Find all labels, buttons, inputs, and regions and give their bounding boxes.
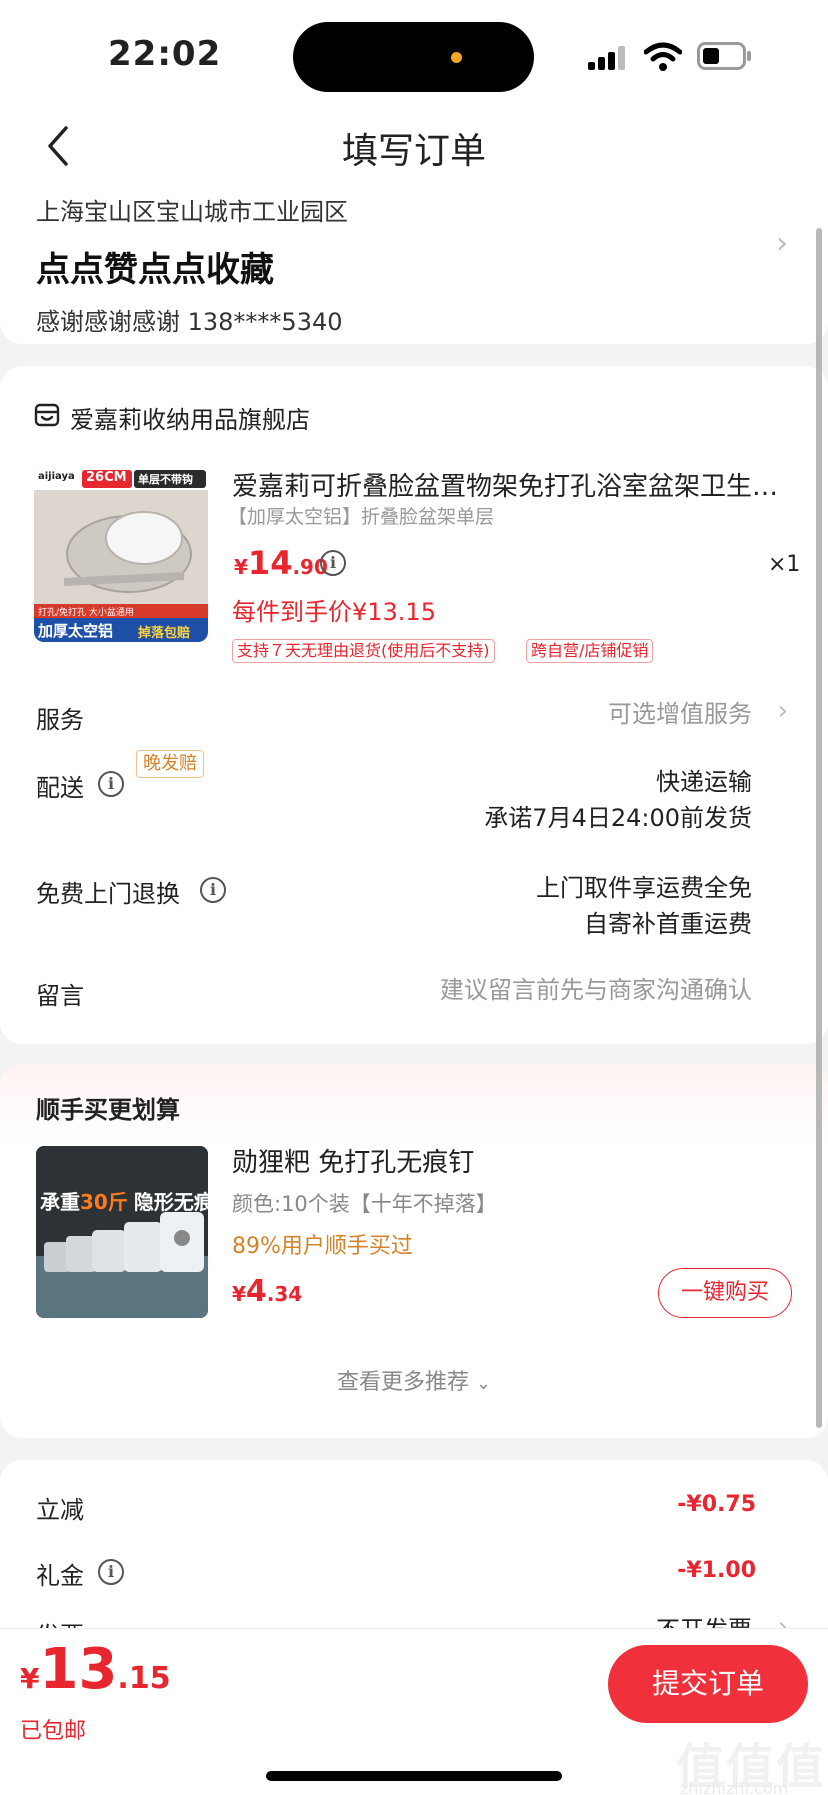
page-title: 填写订单 [341, 131, 486, 172]
price-currency: ¥ [234, 555, 248, 579]
chevron-right-icon: › [776, 226, 788, 261]
product-hook-badge: 单层不带钩 [138, 473, 193, 486]
signal-icon [588, 46, 628, 70]
note-input[interactable]: 建议留言前先与商家沟通确认 [440, 972, 752, 1008]
scrollbar[interactable] [816, 228, 822, 1428]
more-recommend-link[interactable]: 查看更多推荐 ⌄ [0, 1364, 828, 1396]
product-small-text: 打孔/免打孔 大小盆通用 [38, 608, 134, 618]
chevron-right-icon: › [777, 696, 788, 726]
total-int: 13 [39, 1637, 118, 1702]
nav-header: 填写订单 [0, 104, 828, 186]
gift-info-icon[interactable]: i [98, 1559, 124, 1585]
product-title[interactable]: 爱嘉莉可折叠脸盆置物架免打孔浴室盆架卫生间... [232, 466, 792, 503]
bottom-bar: ¥13.15 已包邮 提交订单 值值值 zhizhizhi.com [0, 1628, 828, 1795]
return-policy-tag: 支持７天无理由退货(使用后不支持) [232, 639, 495, 663]
recommend-bought: 89%用户顺手买过 [232, 1234, 413, 1259]
price-int: 14 [247, 544, 293, 582]
address-line: 上海宝山区宝山城市工业园区 [36, 198, 348, 226]
late-compensation-tag: 晚发赔 [136, 750, 204, 778]
product-price: ¥14.90 [234, 544, 328, 582]
more-recommend-label: 查看更多推荐 [336, 1370, 469, 1395]
status-bar: 22:02 [0, 0, 828, 104]
recommend-image-line2: 隐形无痕 [133, 1190, 208, 1214]
recommend-image-highlight: 30斤 [80, 1190, 128, 1214]
chevron-down-icon: ⌄ [475, 1373, 492, 1394]
product-qty: ×1 [768, 552, 801, 577]
battery-icon [697, 42, 751, 70]
store-name[interactable]: 爱嘉莉收纳用品旗舰店 [70, 400, 310, 435]
price-info-icon[interactable]: i [320, 550, 346, 576]
watermark-url: zhizhizhi.com [680, 1779, 789, 1795]
rec-price-int: 4 [245, 1274, 267, 1309]
discount-amount: -¥0.75 [677, 1492, 756, 1517]
product-banner: 加厚太空铝 [38, 622, 114, 640]
store-card: 爱嘉莉收纳用品旗舰店 aijiaya 26CM 单层不带钩 打孔/免打孔 大小盆… [0, 366, 828, 1044]
wifi-icon [644, 42, 682, 71]
delivery-label: 配送 [36, 774, 84, 802]
promo-tag: 跨自营/店铺促销 [526, 639, 654, 663]
free-shipping-label: 已包邮 [20, 1719, 87, 1744]
total-dec: .15 [117, 1661, 171, 1696]
gift-label: 礼金 [36, 1562, 84, 1590]
recommend-card: 顺手买更划算 承重30斤 隐形无痕 勋狸粑 免打孔无痕钉 颜色:10个装【十年不掉… [0, 1064, 828, 1438]
product-brand: aijiaya [38, 471, 75, 482]
recommend-image-line1: 承重 [40, 1190, 80, 1214]
recommend-price: ¥4.34 [232, 1274, 302, 1309]
recommend-image-text: 承重30斤 隐形无痕 [40, 1186, 208, 1215]
total-price: ¥13.15 [20, 1637, 171, 1702]
recommend-spec: 颜色:10个装【十年不掉落】 [232, 1192, 497, 1216]
product-size-badge: 26CM [86, 470, 127, 485]
recommend-illustration [36, 1146, 208, 1318]
gift-amount: -¥1.00 [677, 1558, 756, 1583]
home-indicator[interactable] [266, 1771, 562, 1781]
address-contact: 感谢感谢感谢 138****5340 [36, 308, 343, 336]
return-line-1: 上门取件享运费全免 [536, 874, 752, 902]
rec-price-dec: .34 [266, 1282, 303, 1306]
service-value[interactable]: 可选增值服务 [608, 696, 752, 732]
address-name: 点点赞点点收藏 [36, 250, 274, 290]
recommend-title: 顺手买更划算 [36, 1096, 180, 1124]
address-card[interactable]: 上海宝山区宝山城市工业园区 点点赞点点收藏 感谢感谢感谢 138****5340… [0, 186, 828, 344]
submit-order-button[interactable]: 提交订单 [608, 1645, 808, 1723]
return-info-icon[interactable]: i [200, 877, 226, 903]
total-currency: ¥ [20, 1662, 40, 1695]
note-label: 留言 [36, 982, 84, 1010]
return-label: 免费上门退换 [36, 880, 180, 908]
store-icon [34, 403, 60, 427]
product-banner-2: 掉落包赔 [138, 626, 191, 641]
recommend-name[interactable]: 勋狸粑 免打孔无痕钉 [232, 1142, 474, 1179]
product-spec[interactable]: 【加厚太空铝】折叠脸盆架单层 [228, 502, 494, 529]
delivery-info-icon[interactable]: i [98, 771, 124, 797]
status-time: 22:02 [108, 34, 222, 74]
product-image[interactable]: aijiaya 26CM 单层不带钩 打孔/免打孔 大小盆通用 加厚太空铝 掉落… [34, 468, 208, 642]
service-label: 服务 [36, 706, 84, 734]
dynamic-island [293, 22, 534, 92]
one-click-buy-button[interactable]: 一键购买 [658, 1268, 792, 1318]
delivery-method: 快递运输 [656, 768, 752, 796]
rec-price-currency: ¥ [232, 1282, 246, 1306]
return-line-2: 自寄补首重运费 [584, 910, 752, 938]
recording-dot [451, 52, 462, 63]
delivery-promise: 承诺7月4日24:00前发货 [484, 804, 752, 832]
product-final-price: 每件到手价¥13.15 [232, 598, 436, 626]
discount-label: 立减 [36, 1496, 84, 1524]
recommend-image[interactable]: 承重30斤 隐形无痕 [36, 1146, 208, 1318]
